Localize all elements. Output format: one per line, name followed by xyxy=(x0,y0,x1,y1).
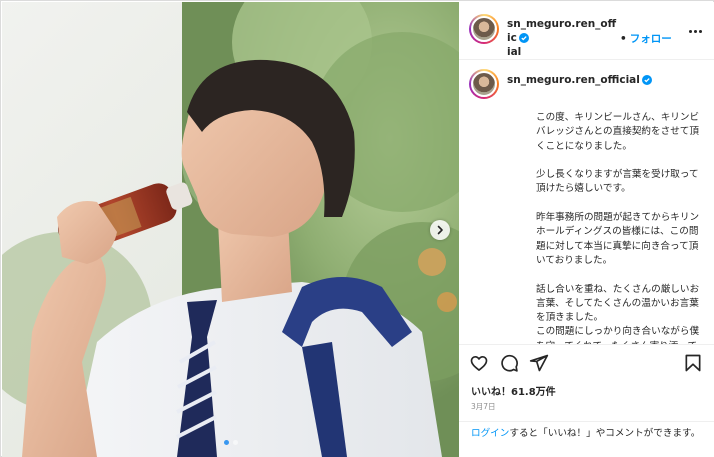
share-icon[interactable] xyxy=(529,353,549,373)
caption-avatar[interactable] xyxy=(469,69,499,99)
post-side-panel: sn_meguro.ren_offic ial • フォロー sn_meguro.… xyxy=(459,2,714,457)
carousel-next-button[interactable] xyxy=(430,220,450,240)
caption-paragraph: この問題にしっかり向き合いながら僕を守ってくれて、たくさん寄り添って xyxy=(536,326,700,344)
verified-badge-icon xyxy=(641,75,652,85)
carousel-dot-2 xyxy=(233,440,238,445)
bookmark-icon[interactable] xyxy=(683,353,703,373)
login-prompt: ログインすると「いいね！」やコメントができます。 xyxy=(459,421,714,441)
caption-paragraph: 話し合いを重ね、たくさんの厳しいお言葉、そしてたくさんの温かいお言葉を頂きました… xyxy=(536,283,700,324)
verified-badge-icon xyxy=(518,33,529,43)
caption-paragraph: 少し長くなりますが言葉を受け取って頂けたら嬉しいです。 xyxy=(536,169,699,195)
avatar[interactable] xyxy=(469,14,499,44)
caption-username-text[interactable]: sn_meguro.ren_official xyxy=(507,74,640,86)
caption-section: sn_meguro.ren_official この度、キリンビールさん、キリンビ… xyxy=(459,61,714,344)
instagram-post: sn_meguro.ren_offic ial • フォロー sn_meguro.… xyxy=(0,0,714,457)
login-link[interactable]: ログイン xyxy=(471,428,509,439)
username-line-2[interactable]: ial xyxy=(507,46,521,58)
comment-icon[interactable] xyxy=(499,353,519,373)
login-prompt-text: すると「いいね！」やコメントができます。 xyxy=(509,428,701,439)
post-date[interactable]: 3月7日 xyxy=(471,401,496,412)
caption-username[interactable]: sn_meguro.ren_official xyxy=(507,74,652,86)
heart-icon[interactable] xyxy=(469,353,489,373)
chevron-right-icon xyxy=(437,225,443,235)
more-options-icon[interactable] xyxy=(685,24,705,38)
follow-button[interactable]: • フォロー xyxy=(620,31,672,46)
follow-label[interactable]: フォロー xyxy=(630,33,672,45)
caption-paragraph: 昨年事務所の問題が起きてからキリンホールディングスの皆様には、この問題に対して本… xyxy=(536,212,700,266)
post-photo[interactable] xyxy=(2,2,459,457)
photo-illustration xyxy=(2,2,459,457)
likes-count[interactable]: いいね！61.8万件 xyxy=(471,383,556,398)
post-actions: いいね！61.8万件 3月7日 ログインすると「いいね！」やコメントができます。 xyxy=(459,344,714,457)
caption-paragraph: この度、キリンビールさん、キリンビバレッジさんとの直接契約をさせて頂くことになり… xyxy=(536,112,700,152)
carousel-dot-1 xyxy=(224,440,229,445)
carousel-indicator xyxy=(224,440,238,445)
follow-separator: • xyxy=(620,33,627,45)
header-username[interactable]: sn_meguro.ren_offic ial xyxy=(507,17,617,59)
caption-text: この度、キリンビールさん、キリンビバレッジさんとの直接契約をさせて頂くことになり… xyxy=(536,111,706,344)
post-header: sn_meguro.ren_offic ial • フォロー xyxy=(459,2,714,60)
